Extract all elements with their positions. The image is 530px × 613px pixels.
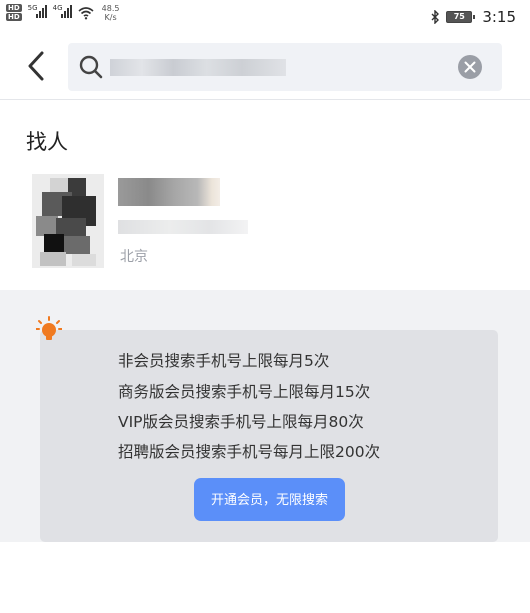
section-title: 找人 (26, 130, 68, 154)
signal-icon: 5G (28, 4, 47, 18)
name-redacted (118, 178, 220, 206)
phone-redacted (118, 220, 248, 234)
clear-button[interactable] (458, 55, 482, 79)
network-type-1: 5G (27, 4, 38, 12)
battery-icon: 75 (446, 11, 476, 23)
wifi-icon (78, 7, 94, 20)
person-result[interactable]: 北京 (0, 168, 530, 280)
status-left: HD HD 5G 4G 48.5 K/s (6, 4, 119, 22)
status-bar: HD HD 5G 4G 48.5 K/s 75 3:15 (0, 0, 530, 34)
location-label: 北京 (120, 249, 148, 265)
signal-icon-2: 4G (53, 4, 72, 18)
limit-line-recruit: 招聘版会员搜索手机号每月上限200次 (118, 443, 381, 461)
open-membership-button[interactable]: 开通会员，无限搜索 (194, 478, 345, 521)
status-right: 75 3:15 (430, 8, 516, 26)
lightbulb-icon (36, 316, 62, 340)
search-header (0, 34, 530, 100)
search-icon (79, 55, 103, 79)
search-input[interactable] (68, 43, 502, 91)
search-query-redacted (110, 59, 286, 76)
limit-line-vip: VIP版会员搜索手机号上限每月80次 (118, 413, 364, 431)
speed-unit: K/s (104, 13, 117, 22)
avatar (32, 174, 104, 268)
limit-line-free: 非会员搜索手机号上限每月5次 (118, 352, 330, 370)
chevron-left-icon (28, 51, 44, 81)
network-type-2: 4G (52, 4, 63, 12)
battery-level: 75 (453, 12, 465, 21)
speed-value: 48.5 (101, 4, 120, 13)
back-button[interactable] (22, 48, 52, 84)
network-speed: 48.5 K/s (102, 4, 120, 22)
hd-badge-1: HD (6, 4, 22, 12)
hd-badges: HD HD (6, 4, 22, 21)
status-time: 3:15 (482, 8, 516, 26)
bluetooth-icon (431, 10, 440, 24)
limit-line-business: 商务版会员搜索手机号上限每月15次 (118, 383, 371, 401)
clear-circle-icon (464, 61, 476, 73)
hd-badge-2: HD (6, 13, 22, 21)
